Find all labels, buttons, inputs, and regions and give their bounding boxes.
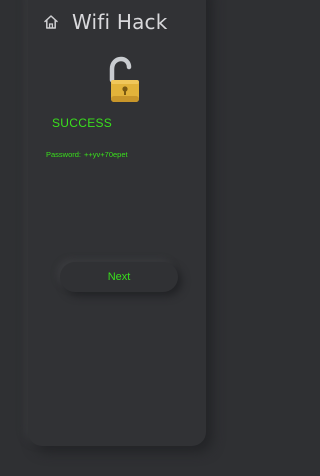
password-label: Password: (46, 150, 82, 159)
success-message: SUCCESS (52, 116, 113, 130)
home-icon[interactable] (40, 11, 62, 33)
wifi-hack-screen: Wifi Hack SUCCESS Password: ++yv+70epet … (0, 0, 236, 476)
app-header: Wifi Hack (40, 6, 168, 38)
unlocked-padlock-icon (100, 56, 142, 106)
page-title: Wifi Hack (72, 10, 168, 34)
password-line: Password: ++yv+70epet (46, 150, 128, 159)
password-value: ++yv+70epet (84, 150, 128, 159)
next-button[interactable]: Next (60, 262, 178, 292)
